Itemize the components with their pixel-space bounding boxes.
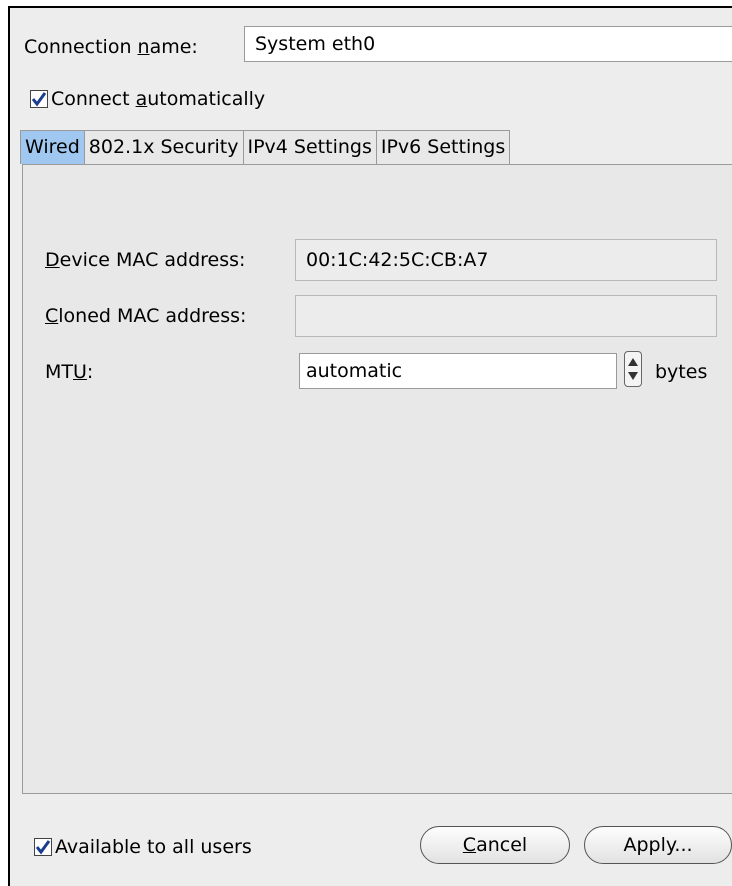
available-all-users-label: Available to all users	[55, 836, 252, 858]
cloned-mac-field[interactable]	[295, 295, 717, 337]
connection-name-input[interactable]: System eth0	[244, 26, 732, 62]
mtu-input[interactable]: automatic	[299, 353, 617, 389]
cancel-button[interactable]: Cancel	[420, 826, 570, 864]
device-mac-label: Device MAC address:	[45, 249, 246, 271]
arrow-up-icon[interactable]	[628, 358, 638, 366]
tab-wired[interactable]: Wired	[20, 130, 85, 164]
device-mac-field[interactable]: 00:1C:42:5C:CB:A7	[295, 239, 717, 281]
arrow-down-icon[interactable]	[628, 372, 638, 380]
available-all-users-checkbox-row[interactable]: Available to all users	[34, 836, 252, 858]
apply-button[interactable]: Apply...	[584, 826, 732, 864]
checkmark-icon	[31, 92, 47, 107]
connection-name-label: Connection name:	[24, 36, 198, 58]
tab-ipv4-settings[interactable]: IPv4 Settings	[242, 130, 377, 164]
wired-tab-panel: Device MAC address: 00:1C:42:5C:CB:A7 Cl…	[22, 164, 732, 794]
tab-ipv6-settings[interactable]: IPv6 Settings	[375, 130, 511, 164]
cloned-mac-label: Cloned MAC address:	[45, 305, 247, 327]
connect-automatically-checkbox-row[interactable]: Connect automatically	[30, 88, 265, 110]
mtu-spin-button[interactable]	[624, 351, 642, 387]
connect-automatically-label: Connect automatically	[51, 88, 266, 110]
checkmark-icon	[35, 840, 51, 855]
tab-bar: Wired 802.1x Security IPv4 Settings IPv6…	[20, 130, 511, 164]
connection-editor-window: Connection name: System eth0 Connect aut…	[8, 6, 732, 886]
available-all-users-checkbox[interactable]	[34, 838, 52, 856]
tab-802-1x-security[interactable]: 802.1x Security	[83, 130, 244, 164]
connect-automatically-checkbox[interactable]	[30, 90, 48, 108]
mtu-unit-label: bytes	[655, 361, 708, 383]
mtu-label: MTU:	[45, 361, 94, 383]
